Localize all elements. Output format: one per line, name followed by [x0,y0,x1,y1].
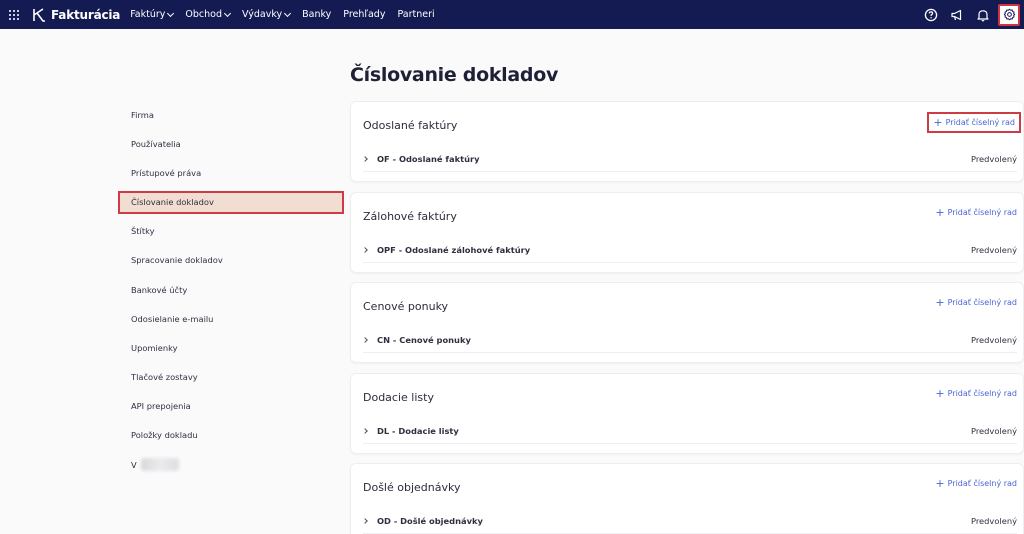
section-title: Dodacie listy [363,390,434,404]
series-name: OF - Odoslané faktúry [377,154,480,164]
brand-logo[interactable]: Fakturácia [31,7,120,23]
number-series-row[interactable]: DL - Dodacie listy Predvolený [362,422,1017,440]
bell-icon[interactable] [970,0,996,29]
series-status: Predvolený [970,516,1017,526]
nav-prehlady[interactable]: Prehľady [343,9,385,20]
plus-icon: + [935,477,945,490]
add-number-series-button[interactable]: + Pridať číselný rad [935,297,1017,308]
section-title: Odoslané faktúry [363,119,458,132]
top-right-actions [918,0,1024,29]
sidebar-item-stitky[interactable]: Štítky [118,217,344,246]
settings-button[interactable] [998,3,1020,26]
series-name: DL - Dodacie listy [377,425,459,436]
plus-icon: + [935,386,945,400]
series-status: Predvolený [970,425,1017,436]
series-status: Predvolený [970,244,1017,255]
page-title: Číslovanie dokladov [350,64,559,86]
divider [363,171,1017,172]
sidebar-item-polozky-dokladu[interactable]: Položky dokladu [118,421,344,450]
chevron-right-icon [362,337,368,343]
plus-icon: + [935,205,945,219]
section-card: Došlé objednávky + Pridať číselný rad OD … [350,463,1024,534]
logo-icon [33,7,45,22]
main-menu: Faktúry Obchod Výdavky Banky Prehľady Pa… [130,9,446,20]
chevron-down-icon [284,9,292,17]
number-series-row[interactable]: OF - Odoslané faktúry Predvolený [362,150,1017,168]
series-name: OPF - Odoslané zálohové faktúry [377,244,531,255]
section-title: Zálohové faktúry [363,209,457,223]
chevron-down-icon [167,9,175,17]
apps-grid-icon[interactable] [0,0,28,29]
section-title: Došlé objednávky [363,481,461,494]
top-navigation-bar: Fakturácia Faktúry Obchod Výdavky Banky … [0,0,1024,29]
sidebar-item-spracovanie-dokladov[interactable]: Spracovanie dokladov [118,246,344,275]
nav-vydavky[interactable]: Výdavky [242,9,292,20]
redacted-text [140,458,179,472]
settings-sidebar: Firma Používatelia Prístupové práva Čísl… [118,100,344,479]
plus-icon: + [935,296,945,309]
divider [363,442,1017,444]
add-number-series-button[interactable]: + Pridať číselný rad [935,478,1017,489]
number-series-row[interactable]: OD - Došlé objednávky Predvolený [362,512,1017,530]
nav-partneri[interactable]: Partneri [397,9,434,20]
section-card: Cenové ponuky + Pridať číselný rad CN - C… [350,282,1024,363]
series-name: OD - Došlé objednávky [377,516,483,526]
nav-faktury[interactable]: Faktúry [130,9,175,20]
chevron-right-icon [362,427,368,434]
sidebar-item-api-prepojenia[interactable]: API prepojenia [118,392,344,421]
sidebar-item-firma[interactable]: Firma [118,100,344,129]
sidebar-item-odosielanie-emailu[interactable]: Odosielanie e-mailu [118,304,344,333]
plus-icon: + [933,116,943,129]
sidebar-item-tlacove-zostavy[interactable]: Tlačové zostavy [118,363,344,392]
sidebar-item-ciselvanie-dokladov[interactable]: Číslovanie dokladov [118,190,344,214]
add-number-series-button[interactable]: + Pridať číselný rad [927,112,1021,133]
section-card: Odoslané faktúry + Pridať číselný rad OF … [350,101,1024,182]
series-status: Predvolený [970,335,1017,345]
sidebar-item-upomienky[interactable]: Upomienky [118,333,344,362]
divider [363,261,1017,263]
section-card: Dodacie listy + Pridať číselný rad DL - D… [350,372,1024,454]
series-name: CN - Cenové ponuky [377,335,471,345]
nav-banky[interactable]: Banky [302,9,331,20]
chevron-right-icon [362,518,368,524]
add-number-series-button[interactable]: + Pridať číselný rad [935,388,1017,399]
chevron-right-icon [362,246,368,253]
section-title: Cenové ponuky [363,300,449,313]
number-series-row[interactable]: OPF - Odoslané zálohové faktúry Predvole… [362,241,1017,259]
megaphone-icon[interactable] [944,0,970,29]
sidebar-item-pristupove-prava[interactable]: Prístupové práva [118,158,344,187]
numbering-sections: Odoslané faktúry + Pridať číselný rad OF … [350,101,1024,534]
sidebar-item-pouzivatelia[interactable]: Používatelia [118,129,344,158]
brand-name: Fakturácia [51,7,121,22]
sidebar-item-redacted[interactable]: V [118,450,344,479]
add-number-series-button[interactable]: + Pridať číselný rad [935,207,1017,218]
section-card: Zálohové faktúry + Pridať číselný rad OPF… [350,191,1024,273]
nav-obchod[interactable]: Obchod [185,9,232,20]
number-series-row[interactable]: CN - Cenové ponuky Predvolený [362,331,1017,349]
chevron-down-icon [223,9,232,17]
gear-icon [1003,8,1015,21]
chevron-right-icon [362,156,368,162]
divider [363,352,1017,353]
series-status: Predvolený [970,154,1017,164]
sidebar-item-bankove-ucty[interactable]: Bankové účty [118,275,344,304]
help-icon[interactable] [918,0,944,29]
